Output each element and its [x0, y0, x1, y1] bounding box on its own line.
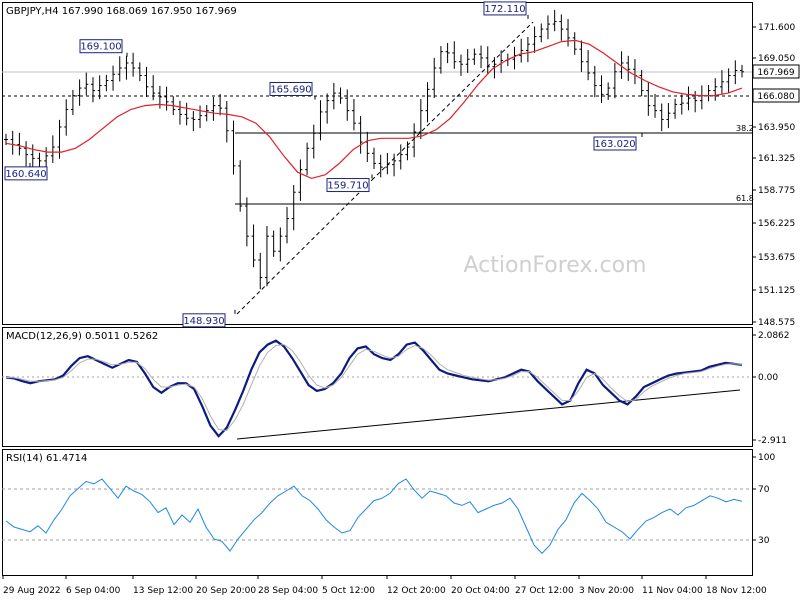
price-y-tick-label: 153.675	[758, 253, 795, 263]
chart-header: GBPJPY,H4 167.990 168.069 167.950 167.96…	[6, 6, 237, 17]
x-tick-label: 13 Sep 12:00	[133, 586, 193, 596]
chart-canvas: GBPJPY,H4 167.990 168.069 167.950 167.96…	[2, 1, 800, 596]
price-y-tick-label: 161.325	[758, 154, 795, 164]
rsi-y-tick-label: 70	[758, 485, 770, 495]
rsi-y-tick-label: 30	[758, 536, 770, 546]
x-tick-label: 3 Nov 20:00	[579, 586, 634, 596]
x-tick-label: 29 Aug 2022	[3, 586, 61, 596]
rsi-y-tick-label: 100	[758, 453, 775, 463]
annotation-label: 163.020	[594, 139, 635, 150]
annotation-label: 159.710	[327, 181, 368, 192]
price-y-tick-label: 156.225	[758, 219, 795, 229]
macd-pane	[2, 327, 753, 447]
x-tick-label: 5 Oct 12:00	[322, 586, 375, 596]
price-y-tick-label: 169.050	[758, 54, 795, 64]
x-tick-label: 12 Oct 20:00	[387, 586, 446, 596]
macd-y-tick-label: 2.0862	[758, 331, 790, 341]
x-tick-label: 6 Sep 04:00	[66, 586, 121, 596]
price-y-tick-label: 148.575	[758, 318, 795, 328]
macd-y-tick-label: -2.911	[758, 436, 787, 446]
x-tick-label: 20 Oct 04:00	[451, 586, 510, 596]
rsi-title: RSI(14) 61.4714	[6, 453, 87, 464]
fib-618-label: 61.8	[736, 194, 754, 203]
macd-y-axis: 2.0862 0.00 -2.911	[752, 331, 790, 446]
annotation-label: 160.640	[5, 169, 46, 180]
price-y-tick-label: 163.950	[758, 123, 795, 133]
macd-y-tick-label: 0.00	[758, 373, 778, 383]
level-tag-value: 166.080	[757, 92, 794, 102]
price-y-tick-label: 171.600	[758, 23, 795, 33]
x-tick-label: 11 Nov 04:00	[642, 586, 703, 596]
x-tick-label: 27 Oct 12:00	[515, 586, 574, 596]
rsi-pane	[2, 449, 753, 576]
price-y-tick-label: 158.775	[758, 186, 795, 196]
x-tick-label: 18 Nov 12:00	[706, 586, 767, 596]
rsi-y-axis: 100 70 30	[752, 453, 775, 546]
x-tick-label: 20 Sep 20:00	[196, 586, 256, 596]
macd-title: MACD(12,26,9) 0.5011 0.5262	[6, 331, 158, 342]
x-tick-label: 28 Sep 04:00	[258, 586, 318, 596]
annotation-label: 165.690	[270, 84, 311, 95]
price-y-tick-label: 151.125	[758, 286, 795, 296]
current-price-value: 167.969	[757, 68, 794, 78]
watermark: ActionForex.com	[464, 253, 647, 278]
annotation-label: 172.110	[484, 4, 525, 15]
x-axis: 29 Aug 2022 6 Sep 04:00 13 Sep 12:00 20 Sep…	[2, 575, 767, 596]
annotation-label: 169.100	[80, 42, 121, 53]
fib-382-label: 38.2	[736, 124, 754, 133]
annotation-label: 148.930	[183, 316, 224, 327]
